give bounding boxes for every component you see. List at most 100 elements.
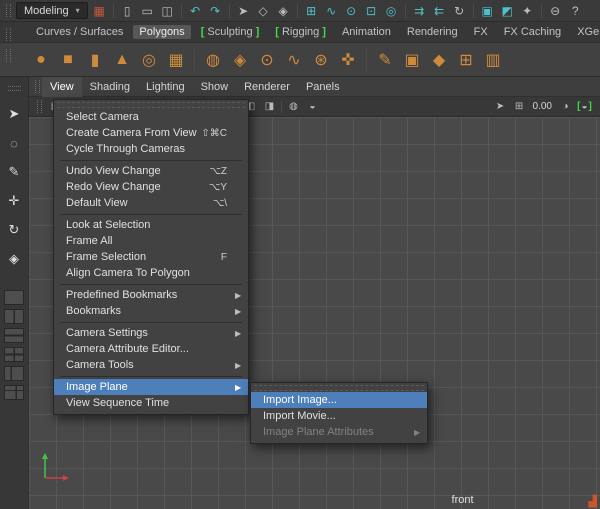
paint-select-tool[interactable]: ✎ — [3, 162, 25, 182]
panel-menubar-grip[interactable] — [35, 80, 40, 93]
platonic-solid-icon[interactable]: ◈ — [229, 48, 251, 72]
poly-helix-icon[interactable]: ∿ — [283, 48, 305, 72]
menu-item-camera-settings[interactable]: Camera Settings ▶ — [54, 325, 248, 341]
tab-rendering[interactable]: Rendering — [401, 25, 464, 39]
workspace-grid-icon[interactable]: ▦ — [91, 2, 108, 19]
panel-menu-lighting[interactable]: Lighting — [138, 77, 193, 97]
render-settings-icon[interactable]: ✦ — [519, 2, 536, 19]
menu-item-align-camera-to-polygon[interactable]: Align Camera To Polygon — [54, 265, 248, 281]
poly-type-icon[interactable]: ⊞ — [455, 48, 477, 72]
tab-curves-surfaces[interactable]: Curves / Surfaces — [30, 25, 129, 39]
tab-rigging[interactable]: Rigging — [269, 25, 332, 39]
toolbar-grip[interactable] — [6, 4, 11, 17]
menu-item-select-camera[interactable]: Select Camera — [54, 109, 248, 125]
lasso-select-tool[interactable]: ◌ — [3, 133, 25, 153]
menu-tearoff-handle[interactable] — [57, 102, 245, 108]
redo-icon[interactable]: ↷ — [207, 2, 224, 19]
help-cursor-icon[interactable]: ? — [567, 2, 584, 19]
select-mask-component-icon[interactable]: ◈ — [275, 2, 292, 19]
select-mask-hierarchy-icon[interactable]: ➤ — [235, 2, 252, 19]
menu-item-look-at-selection[interactable]: Look at Selection — [54, 217, 248, 233]
panel-menu-renderer[interactable]: Renderer — [236, 77, 298, 97]
exposure-icon[interactable]: ◑ — [558, 99, 573, 114]
workspace-selector[interactable]: Modeling ▾ — [16, 2, 88, 19]
submenu-tearoff-handle[interactable] — [254, 385, 424, 391]
menu-item-view-sequence-time[interactable]: View Sequence Time — [54, 395, 248, 411]
poly-pipe-icon[interactable]: ⊙ — [256, 48, 278, 72]
create-polygon-tool-icon[interactable]: ✎ — [374, 48, 396, 72]
select-mask-object-icon[interactable]: ◇ — [255, 2, 272, 19]
rotate-tool[interactable]: ↻ — [3, 220, 25, 240]
panel-menu-shading[interactable]: Shading — [82, 77, 138, 97]
panel-menu-view[interactable]: View — [42, 77, 82, 97]
poly-text-icon[interactable]: ▣ — [401, 48, 423, 72]
layout-hypershade-persp[interactable] — [4, 385, 24, 400]
menu-item-image-plane[interactable]: Image Plane ▶ — [54, 379, 248, 395]
undo-icon[interactable]: ↶ — [187, 2, 204, 19]
lock-icon[interactable]: ⊖ — [547, 2, 564, 19]
poly-gear-icon[interactable]: ⊛ — [310, 48, 332, 72]
move-tool[interactable]: ✛ — [3, 191, 25, 211]
poly-plane-icon[interactable]: ▦ — [165, 48, 187, 72]
menu-item-camera-attribute-editor[interactable]: Camera Attribute Editor... — [54, 341, 248, 357]
menu-item-frame-all[interactable]: Frame All — [54, 233, 248, 249]
menu-item-redo-view-change[interactable]: Redo View Change ⌥Y — [54, 179, 248, 195]
output-connections-icon[interactable]: ⇇ — [431, 2, 448, 19]
poly-cone-icon[interactable]: ▲ — [111, 48, 133, 72]
sweep-mesh-icon[interactable]: ◆ — [428, 48, 450, 72]
tab-animation[interactable]: Animation — [336, 25, 397, 39]
menu-item-predefined-bookmarks[interactable]: Predefined Bookmarks ▶ — [54, 287, 248, 303]
safe-title-icon[interactable]: ◨ — [262, 99, 277, 114]
poly-cylinder-icon[interactable]: ▮ — [84, 48, 106, 72]
layout-single-pane[interactable] — [4, 290, 24, 305]
menu-item-frame-selection[interactable]: Frame Selection F — [54, 249, 248, 265]
input-connections-icon[interactable]: ⇉ — [411, 2, 428, 19]
menu-item-bookmarks[interactable]: Bookmarks ▶ — [54, 303, 248, 319]
isolate-select-icon[interactable]: ◍ — [286, 99, 301, 114]
menu-item-camera-tools[interactable]: Camera Tools ▶ — [54, 357, 248, 373]
panel-menu-show[interactable]: Show — [193, 77, 237, 97]
tab-polygons[interactable]: Polygons — [133, 25, 190, 39]
layout-persp-outliner[interactable] — [4, 366, 24, 381]
open-scene-icon[interactable]: ▭ — [139, 2, 156, 19]
snap-to-grid-icon[interactable]: ⊞ — [303, 2, 320, 19]
submenu-item-import-image[interactable]: Import Image... — [251, 392, 427, 408]
toolbox-grip[interactable] — [8, 86, 21, 91]
save-scene-icon[interactable]: ◫ — [159, 2, 176, 19]
make-live-icon[interactable]: ◎ — [383, 2, 400, 19]
menu-item-create-camera-from-view[interactable]: Create Camera From View ⇧⌘C — [54, 125, 248, 141]
menu-item-undo-view-change[interactable]: Undo View Change ⌥Z — [54, 163, 248, 179]
snap-to-curve-icon[interactable]: ∿ — [323, 2, 340, 19]
shelf-tabs-grip[interactable] — [6, 28, 11, 41]
layout-two-pane-stacked[interactable] — [4, 328, 24, 343]
poly-disc-icon[interactable]: ◍ — [202, 48, 224, 72]
scale-tool[interactable]: ◈ — [3, 249, 25, 269]
pointer-icon[interactable]: ➤ — [493, 99, 508, 114]
xray-icon[interactable]: ◒ — [305, 99, 320, 114]
curve-warp-icon[interactable]: ▥ — [482, 48, 504, 72]
exposure-value[interactable]: 0.00 — [533, 101, 552, 112]
poly-sphere-icon[interactable]: ● — [30, 48, 52, 72]
menu-item-default-view[interactable]: Default View ⌥\ — [54, 195, 248, 211]
poly-cube-icon[interactable]: ■ — [57, 48, 79, 72]
select-tool[interactable]: ➤ — [3, 104, 25, 124]
poly-torus-icon[interactable]: ◎ — [138, 48, 160, 72]
new-scene-icon[interactable]: ▯ — [119, 2, 136, 19]
snap-to-plane-icon[interactable]: ⊡ — [363, 2, 380, 19]
submenu-item-import-movie[interactable]: Import Movie... — [251, 408, 427, 424]
layout-two-pane-side[interactable] — [4, 309, 24, 324]
render-frame-icon[interactable]: ▣ — [479, 2, 496, 19]
panel-toolbar-grip[interactable] — [37, 100, 42, 113]
tab-fx[interactable]: FX — [468, 25, 494, 39]
super-shape-icon[interactable]: ✜ — [337, 48, 359, 72]
highlight-mode-icon[interactable]: ⊞ — [512, 99, 527, 114]
shelf-grip[interactable] — [6, 49, 11, 62]
menu-item-cycle-through-cameras[interactable]: Cycle Through Cameras — [54, 141, 248, 157]
snap-to-point-icon[interactable]: ⊙ — [343, 2, 360, 19]
construction-history-icon[interactable]: ↻ — [451, 2, 468, 19]
gate-toggle-icon[interactable]: ◒ — [577, 99, 592, 114]
ipr-render-icon[interactable]: ◩ — [499, 2, 516, 19]
panel-menu-panels[interactable]: Panels — [298, 77, 348, 97]
tab-xgen[interactable]: XGen — [571, 25, 600, 39]
tab-fx-caching[interactable]: FX Caching — [498, 25, 567, 39]
